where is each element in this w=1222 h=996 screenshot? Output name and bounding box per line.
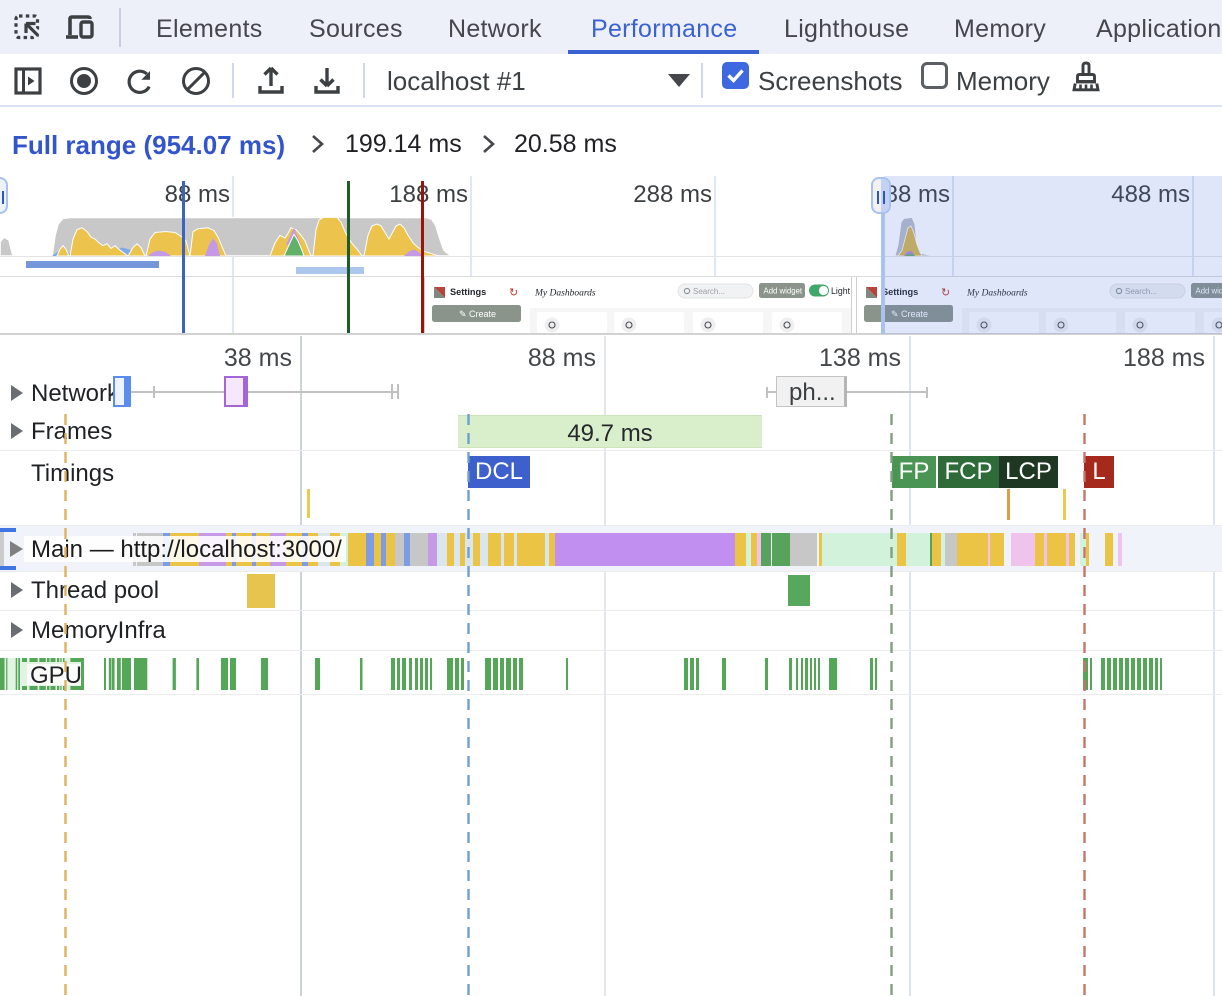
- svg-text:✎ Create: ✎ Create: [459, 309, 496, 319]
- svg-text:Light: Light: [831, 286, 851, 296]
- svg-text:My Dashboards: My Dashboards: [534, 289, 596, 299]
- svg-text:Add widget +: Add widget +: [764, 287, 810, 296]
- svg-text:↻: ↻: [509, 287, 518, 299]
- svg-text:Search...: Search...: [693, 287, 725, 296]
- svg-text:Settings: Settings: [450, 287, 486, 297]
